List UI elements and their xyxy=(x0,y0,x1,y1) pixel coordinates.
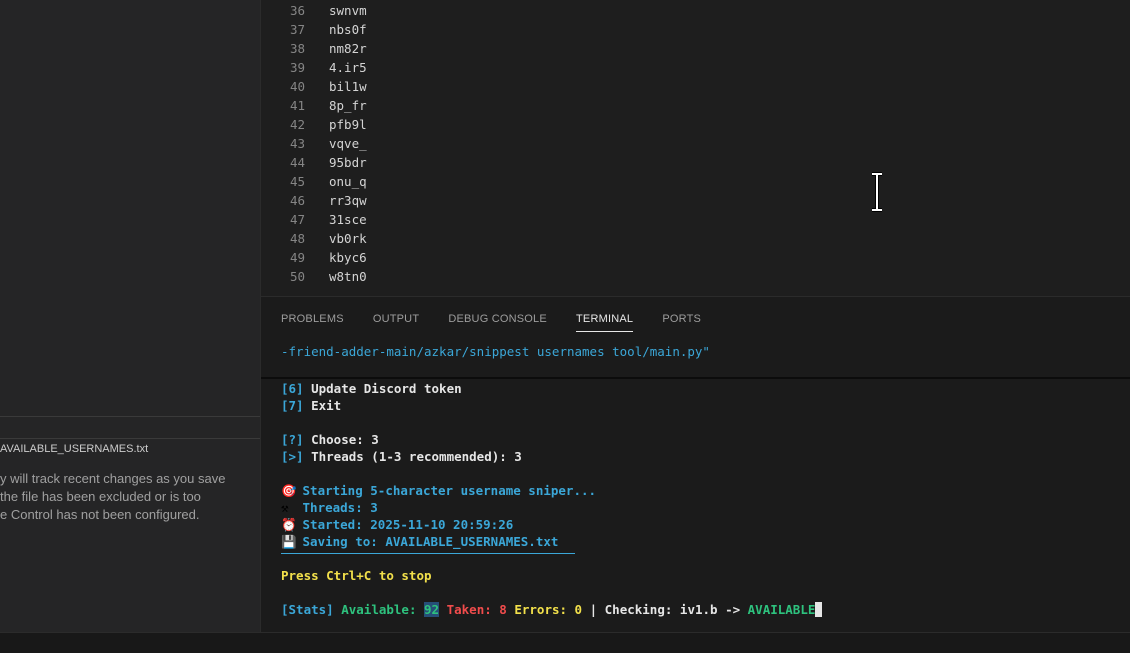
line-text[interactable]: vb0rk xyxy=(329,231,367,246)
timeline-message-line: the file has been excluded or is too xyxy=(0,489,201,504)
line-number: 37 xyxy=(289,22,305,37)
line-text[interactable]: rr3qw xyxy=(329,193,367,208)
line-number: 50 xyxy=(289,269,305,284)
tab-debug-console[interactable]: DEBUG CONSOLE xyxy=(448,313,547,331)
line-text[interactable]: nbs0f xyxy=(329,22,367,37)
line-text[interactable]: kbyc6 xyxy=(329,250,367,265)
line-text[interactable]: nm82r xyxy=(329,41,367,56)
hammer-wrench-icon: ⚒ xyxy=(281,500,289,515)
available-count: 92 xyxy=(424,602,440,617)
line-number: 42 xyxy=(289,117,305,132)
sidebar-divider xyxy=(0,438,260,439)
stats-line: [Stats] Available: 92 Taken: 8 Errors: 0… xyxy=(281,601,823,618)
line-number: 45 xyxy=(289,174,305,189)
timeline-message: y will track recent changes as you save … xyxy=(0,470,240,524)
timeline-message-line: e Control has not been configured. xyxy=(0,507,200,522)
line-text[interactable]: 4.ir5 xyxy=(329,60,367,75)
line-number: 47 xyxy=(289,212,305,227)
line-number: 48 xyxy=(289,231,305,246)
threads-prompt: [>] Threads (1-3 recommended): 3 xyxy=(281,449,522,464)
started-line: ⏰ Started: 2025-11-10 20:59:26 xyxy=(281,517,514,532)
alarm-clock-icon: ⏰ xyxy=(281,517,297,532)
stats-prefix: [Stats] xyxy=(281,602,334,617)
line-number: 36 xyxy=(289,3,305,18)
errors-count: 0 xyxy=(574,602,583,617)
status-text: AVAILABLE xyxy=(747,602,816,617)
editor[interactable]: 36 swnvm 37 nbs0f 38 nm82r 39 4.ir5 40 bil1w … xyxy=(261,0,1130,296)
menu-option-7: [7] Exit xyxy=(281,398,342,413)
line-text[interactable]: onu_q xyxy=(329,174,367,189)
line-text[interactable]: 8p_fr xyxy=(329,98,367,113)
separator-rule xyxy=(281,553,575,554)
line-text[interactable]: bil1w xyxy=(329,79,367,94)
saving-line: 💾 Saving to: AVAILABLE_USERNAMES.txt xyxy=(281,534,559,549)
tab-problems[interactable]: PROBLEMS xyxy=(281,313,344,331)
line-number: 41 xyxy=(289,98,305,113)
target-icon: 🎯 xyxy=(281,483,297,498)
terminal-divider[interactable] xyxy=(261,377,1130,379)
line-number: 40 xyxy=(289,79,305,94)
checking-value: iv1.b -> xyxy=(679,602,748,617)
line-number: 39 xyxy=(289,60,305,75)
line-number: 46 xyxy=(289,193,305,208)
timeline-message-line: y will track recent changes as you save xyxy=(0,471,226,486)
line-text[interactable]: 31sce xyxy=(329,212,367,227)
status-bar xyxy=(0,632,1130,653)
taken-count: 8 xyxy=(499,602,507,617)
line-text[interactable]: pfb9l xyxy=(329,117,367,132)
panel-tabs: PROBLEMS OUTPUT DEBUG CONSOLE TERMINAL P… xyxy=(281,307,725,332)
tab-output[interactable]: OUTPUT xyxy=(373,313,419,331)
sidebar-divider xyxy=(0,416,260,417)
choose-prompt: [?] Choose: 3 xyxy=(281,432,379,447)
line-number: 44 xyxy=(289,155,305,170)
bottom-panel: PROBLEMS OUTPUT DEBUG CONSOLE TERMINAL P… xyxy=(261,296,1130,633)
tab-ports[interactable]: PORTS xyxy=(662,313,701,331)
line-text[interactable]: w8tn0 xyxy=(329,269,367,284)
line-number: 49 xyxy=(289,250,305,265)
line-text[interactable]: 95bdr xyxy=(329,155,367,170)
line-text[interactable]: swnvm xyxy=(329,3,367,18)
text-cursor-icon xyxy=(872,172,882,212)
timeline-header-title[interactable]: AVAILABLE_USERNAMES.txt xyxy=(0,443,148,455)
stop-hint: Press Ctrl+C to stop xyxy=(281,568,432,583)
line-number: 43 xyxy=(289,136,305,151)
line-number: 38 xyxy=(289,41,305,56)
menu-option-6: [6] Update Discord token xyxy=(281,381,462,396)
sidebar: AVAILABLE_USERNAMES.txt y will track rec… xyxy=(0,0,261,632)
terminal-command-path: -friend-adder-main/azkar/snippest userna… xyxy=(281,344,710,359)
tab-terminal[interactable]: TERMINAL xyxy=(576,313,634,332)
starting-line: 🎯 Starting 5-character username sniper..… xyxy=(281,483,597,498)
threads-line: ⚒ Threads: 3 xyxy=(281,500,378,515)
line-text[interactable]: vqve_ xyxy=(329,136,367,151)
terminal-cursor xyxy=(815,602,823,617)
floppy-disk-icon: 💾 xyxy=(281,534,297,549)
